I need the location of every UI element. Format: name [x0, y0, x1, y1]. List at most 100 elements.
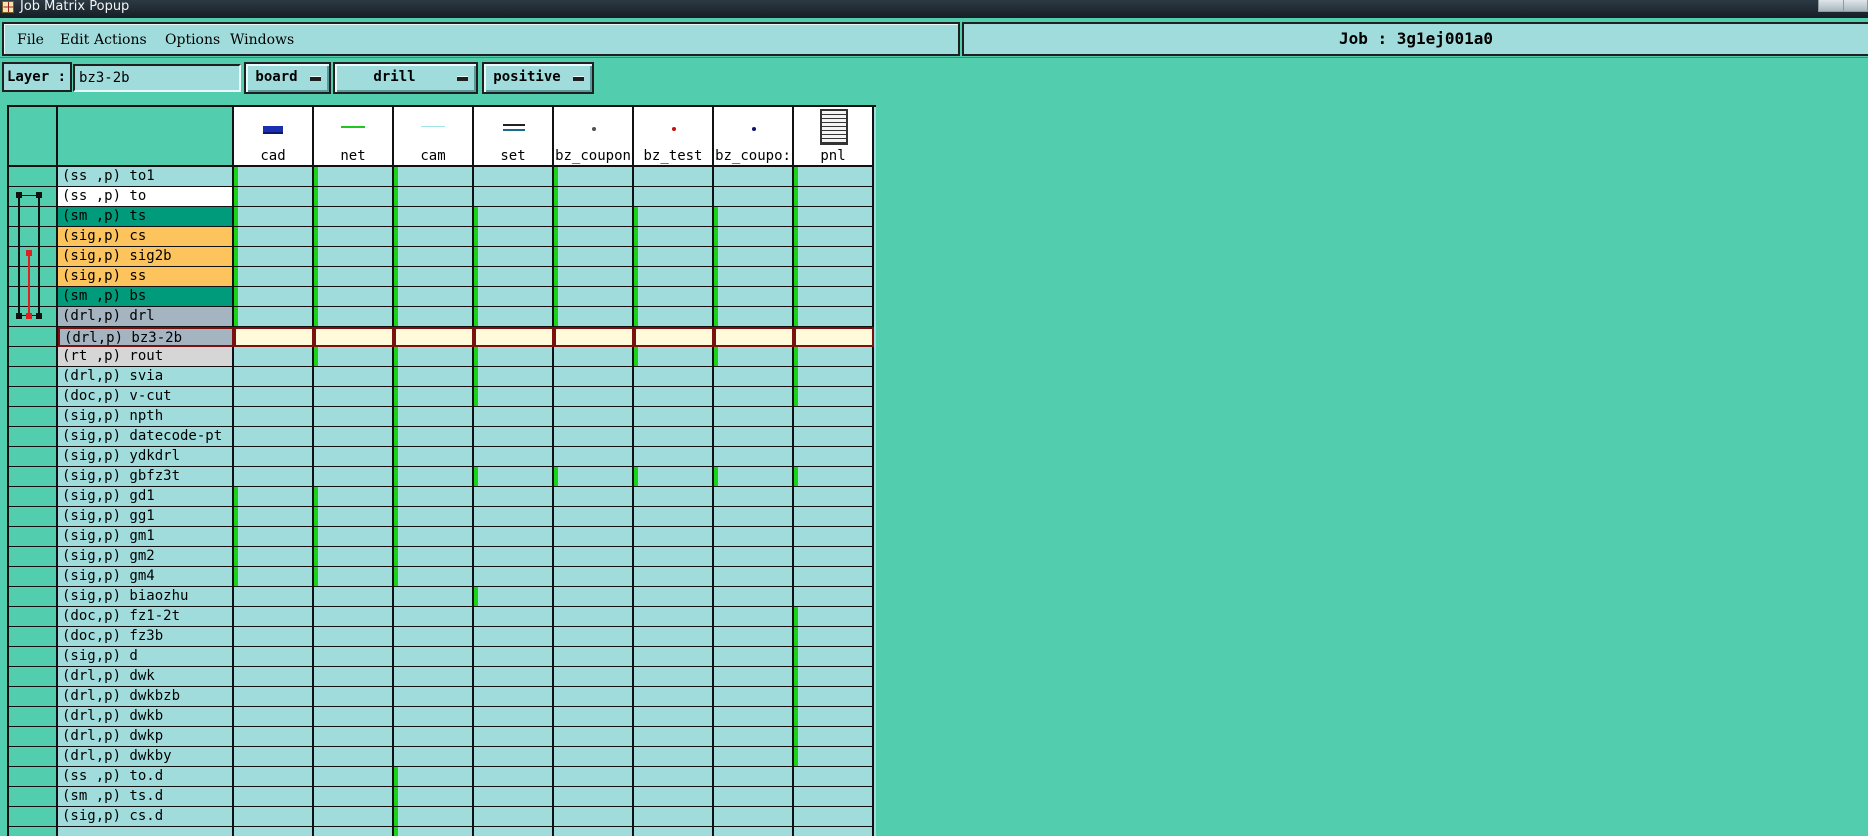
row-control[interactable]: [9, 507, 58, 527]
matrix-cell[interactable]: [474, 747, 554, 767]
row-control[interactable]: [9, 827, 58, 836]
matrix-cell[interactable]: [394, 647, 474, 667]
matrix-cell[interactable]: [314, 527, 394, 547]
matrix-cell[interactable]: [474, 327, 554, 347]
matrix-cell[interactable]: [474, 227, 554, 247]
matrix-cell[interactable]: [554, 607, 634, 627]
matrix-cell[interactable]: [394, 527, 474, 547]
layer-name[interactable]: (sig,p) cs.d: [58, 807, 234, 827]
matrix-cell[interactable]: [634, 707, 714, 727]
matrix-cell[interactable]: [714, 567, 794, 587]
matrix-cell[interactable]: [634, 507, 714, 527]
matrix-cell[interactable]: [474, 667, 554, 687]
row-control[interactable]: [9, 707, 58, 727]
matrix-cell[interactable]: [634, 747, 714, 767]
matrix-cell[interactable]: [714, 587, 794, 607]
matrix-cell[interactable]: [314, 487, 394, 507]
matrix-cell[interactable]: [314, 507, 394, 527]
matrix-cell[interactable]: [794, 507, 874, 527]
matrix-cell[interactable]: [394, 827, 474, 836]
matrix-cell[interactable]: [714, 367, 794, 387]
layer-name[interactable]: (ss ,p) to1: [58, 167, 234, 187]
matrix-cell[interactable]: [394, 467, 474, 487]
matrix-cell[interactable]: [634, 687, 714, 707]
matrix-cell[interactable]: [234, 367, 314, 387]
matrix-cell[interactable]: [794, 447, 874, 467]
matrix-cell[interactable]: [634, 407, 714, 427]
matrix-cell[interactable]: [554, 647, 634, 667]
matrix-cell[interactable]: [234, 407, 314, 427]
matrix-cell[interactable]: [634, 527, 714, 547]
matrix-cell[interactable]: [234, 787, 314, 807]
matrix-cell[interactable]: [474, 767, 554, 787]
row-control[interactable]: [9, 607, 58, 627]
matrix-cell[interactable]: [794, 187, 874, 207]
matrix-cell[interactable]: [234, 267, 314, 287]
matrix-cell[interactable]: [554, 267, 634, 287]
matrix-cell[interactable]: [794, 287, 874, 307]
matrix-cell[interactable]: [554, 167, 634, 187]
matrix-cell[interactable]: [794, 567, 874, 587]
matrix-cell[interactable]: [394, 407, 474, 427]
matrix-cell[interactable]: [234, 827, 314, 836]
layer-name[interactable]: (sig,p) gm2: [58, 547, 234, 567]
matrix-cell[interactable]: [474, 407, 554, 427]
matrix-cell[interactable]: [234, 167, 314, 187]
row-control[interactable]: [9, 567, 58, 587]
layer-name[interactable]: (drl,p) dwkbzb: [58, 687, 234, 707]
matrix-cell[interactable]: [554, 767, 634, 787]
matrix-cell[interactable]: [714, 807, 794, 827]
matrix-cell[interactable]: [234, 727, 314, 747]
matrix-cell[interactable]: [394, 807, 474, 827]
matrix-cell[interactable]: [314, 367, 394, 387]
matrix-cell[interactable]: [634, 287, 714, 307]
matrix-cell[interactable]: [394, 427, 474, 447]
matrix-cell[interactable]: [714, 247, 794, 267]
matrix-cell[interactable]: [794, 647, 874, 667]
matrix-cell[interactable]: [234, 547, 314, 567]
matrix-cell[interactable]: [794, 267, 874, 287]
matrix-cell[interactable]: [554, 227, 634, 247]
matrix-cell[interactable]: [394, 587, 474, 607]
matrix-cell[interactable]: [314, 287, 394, 307]
matrix-cell[interactable]: [474, 647, 554, 667]
matrix-cell[interactable]: [794, 347, 874, 367]
matrix-cell[interactable]: [554, 327, 634, 347]
layer-name[interactable]: (ss ,p) to: [58, 187, 234, 207]
matrix-cell[interactable]: [234, 507, 314, 527]
matrix-cell[interactable]: [314, 407, 394, 427]
matrix-cell[interactable]: [554, 727, 634, 747]
menu-actions[interactable]: Actions: [94, 32, 147, 48]
matrix-cell[interactable]: [794, 687, 874, 707]
layer-name-input[interactable]: [73, 64, 241, 92]
context-dropdown[interactable]: board: [244, 62, 331, 94]
matrix-cell[interactable]: [634, 827, 714, 836]
matrix-cell[interactable]: [474, 167, 554, 187]
matrix-cell[interactable]: [314, 707, 394, 727]
matrix-cell[interactable]: [794, 467, 874, 487]
matrix-cell[interactable]: [634, 307, 714, 327]
matrix-cell[interactable]: [554, 787, 634, 807]
matrix-cell[interactable]: [794, 707, 874, 727]
matrix-cell[interactable]: [394, 227, 474, 247]
menu-windows[interactable]: Windows: [230, 32, 294, 48]
row-control[interactable]: [9, 367, 58, 387]
matrix-cell[interactable]: [394, 447, 474, 467]
matrix-cell[interactable]: [554, 367, 634, 387]
layer-name[interactable]: (sig,p) biaozhu: [58, 587, 234, 607]
maximize-button[interactable]: [1843, 0, 1868, 12]
matrix-cell[interactable]: [714, 747, 794, 767]
matrix-cell[interactable]: [474, 427, 554, 447]
matrix-cell[interactable]: [474, 787, 554, 807]
matrix-cell[interactable]: [234, 207, 314, 227]
matrix-cell[interactable]: [474, 287, 554, 307]
matrix-cell[interactable]: [394, 207, 474, 227]
matrix-cell[interactable]: [474, 387, 554, 407]
layer-name[interactable]: (drl,p) dwkby: [58, 747, 234, 767]
matrix-cell[interactable]: [234, 747, 314, 767]
matrix-cell[interactable]: [234, 447, 314, 467]
matrix-cell[interactable]: [794, 607, 874, 627]
matrix-cell[interactable]: [714, 507, 794, 527]
matrix-cell[interactable]: [314, 227, 394, 247]
matrix-cell[interactable]: [234, 387, 314, 407]
